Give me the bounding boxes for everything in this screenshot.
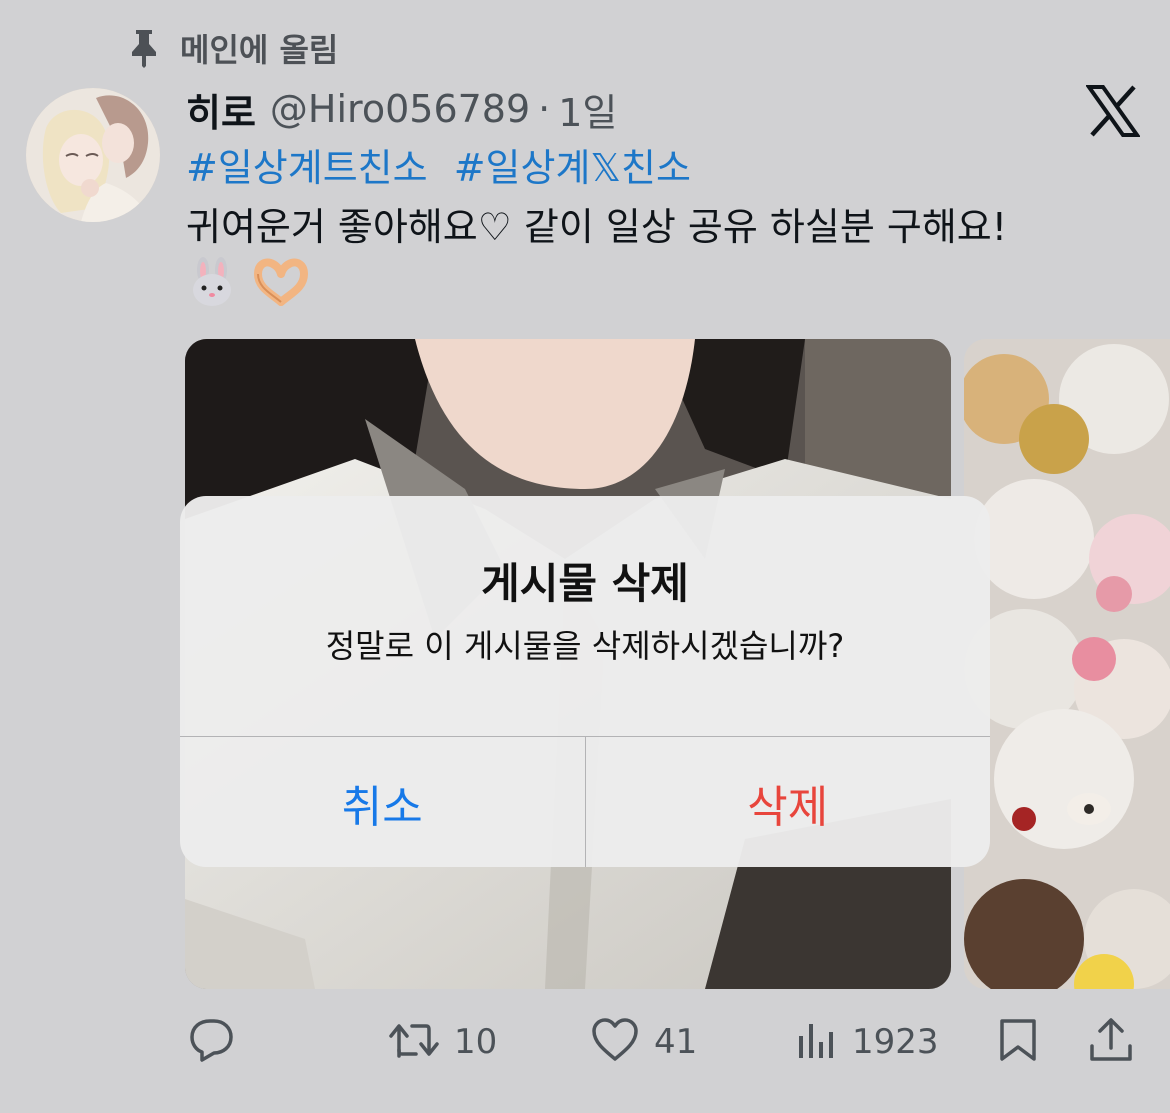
pinned-indicator: 메인에 올림 bbox=[128, 26, 338, 70]
avatar[interactable] bbox=[26, 88, 160, 222]
share-icon bbox=[1088, 1016, 1134, 1068]
dialog-button-row: 취소 삭제 bbox=[180, 736, 990, 867]
tweet-text: 귀여운거 좋아해요♡ 같이 일상 공유 하실분 구해요! bbox=[186, 205, 1007, 249]
dialog-body: 게시물 삭제 정말로 이 게시물을 삭제하시겠습니까? bbox=[180, 496, 990, 736]
pinned-label: 메인에 올림 bbox=[180, 31, 339, 69]
share-button[interactable] bbox=[1088, 1010, 1134, 1074]
retweet-icon bbox=[388, 1018, 440, 1066]
emoji-row bbox=[186, 256, 310, 312]
tweet-header: 히로 @Hiro056789 · 1일 bbox=[186, 80, 617, 138]
retweet-count: 10 bbox=[454, 1022, 498, 1062]
hashtag-line: #일상계트친소 #일상계𝕏친소 bbox=[186, 142, 705, 194]
display-name[interactable]: 히로 bbox=[186, 82, 256, 137]
x-logo-icon[interactable] bbox=[1085, 84, 1141, 138]
views-button[interactable]: 1923 bbox=[796, 1010, 939, 1074]
delete-confirm-dialog: 게시물 삭제 정말로 이 게시물을 삭제하시겠습니까? 취소 삭제 bbox=[180, 496, 990, 867]
delete-button[interactable]: 삭제 bbox=[586, 737, 991, 867]
hashtag-link[interactable]: #일상계𝕏친소 bbox=[454, 146, 691, 190]
tweet-time[interactable]: 1일 bbox=[558, 82, 617, 137]
reply-button[interactable] bbox=[186, 1010, 250, 1074]
dialog-title: 게시물 삭제 bbox=[481, 559, 689, 608]
hashtag-link[interactable]: #일상계트친소 bbox=[186, 146, 428, 190]
media-image-2[interactable] bbox=[964, 339, 1170, 989]
pin-icon bbox=[128, 28, 160, 68]
tweet-action-bar: 10 41 1923 bbox=[0, 1010, 1170, 1074]
views-icon bbox=[796, 1018, 838, 1066]
dialog-message: 정말로 이 게시물을 삭제하시겠습니까? bbox=[325, 627, 845, 665]
user-handle[interactable]: @Hiro056789 bbox=[270, 87, 530, 131]
retweet-button[interactable]: 10 bbox=[388, 1010, 497, 1074]
heart-hands-emoji-icon bbox=[252, 256, 310, 312]
rabbit-emoji-icon bbox=[186, 256, 238, 312]
cancel-button[interactable]: 취소 bbox=[180, 737, 586, 867]
bookmark-icon bbox=[996, 1017, 1040, 1067]
bookmark-button[interactable] bbox=[996, 1010, 1040, 1074]
heart-icon bbox=[590, 1017, 640, 1067]
separator-dot: · bbox=[538, 87, 551, 131]
reply-icon bbox=[186, 1017, 236, 1067]
views-count: 1923 bbox=[852, 1022, 939, 1062]
timeline-page: 메인에 올림 히로 @Hiro056789 · 1일 #일상계트친소 #일상계𝕏… bbox=[0, 0, 1170, 1113]
like-button[interactable]: 41 bbox=[590, 1010, 697, 1074]
like-count: 41 bbox=[654, 1022, 698, 1062]
